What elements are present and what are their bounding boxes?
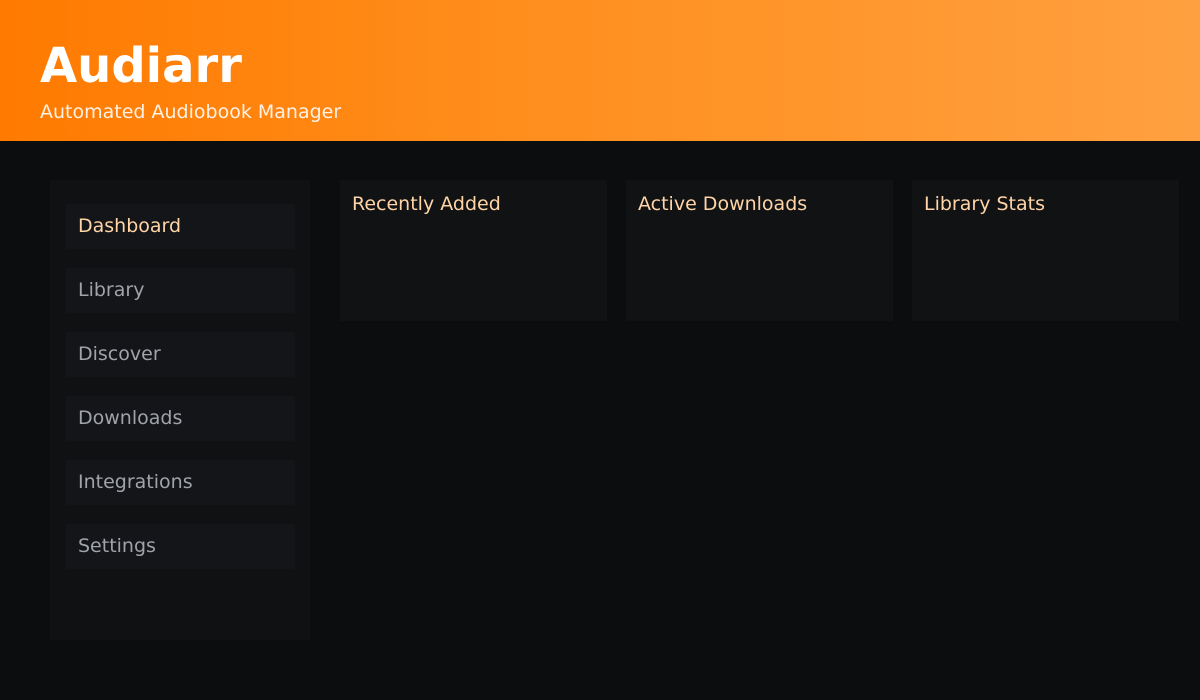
sidebar-item-discover[interactable]: Discover <box>66 332 295 377</box>
card-title: Library Stats <box>924 193 1045 215</box>
sidebar-item-dashboard[interactable]: Dashboard <box>66 204 295 249</box>
app-header: Audiarr Automated Audiobook Manager <box>0 0 1200 141</box>
sidebar: Dashboard Library Discover Downloads Int… <box>50 180 310 640</box>
app-title: Audiarr <box>40 38 242 94</box>
active-downloads-card: Active Downloads <box>626 180 893 321</box>
sidebar-item-library[interactable]: Library <box>66 268 295 313</box>
sidebar-item-settings[interactable]: Settings <box>66 524 295 569</box>
recently-added-card: Recently Added <box>340 180 607 321</box>
card-title: Active Downloads <box>638 193 808 215</box>
library-stats-card: Library Stats <box>912 180 1179 321</box>
sidebar-item-integrations[interactable]: Integrations <box>66 460 295 505</box>
sidebar-item-downloads[interactable]: Downloads <box>66 396 295 441</box>
app-subtitle: Automated Audiobook Manager <box>40 101 342 123</box>
card-title: Recently Added <box>352 193 501 215</box>
